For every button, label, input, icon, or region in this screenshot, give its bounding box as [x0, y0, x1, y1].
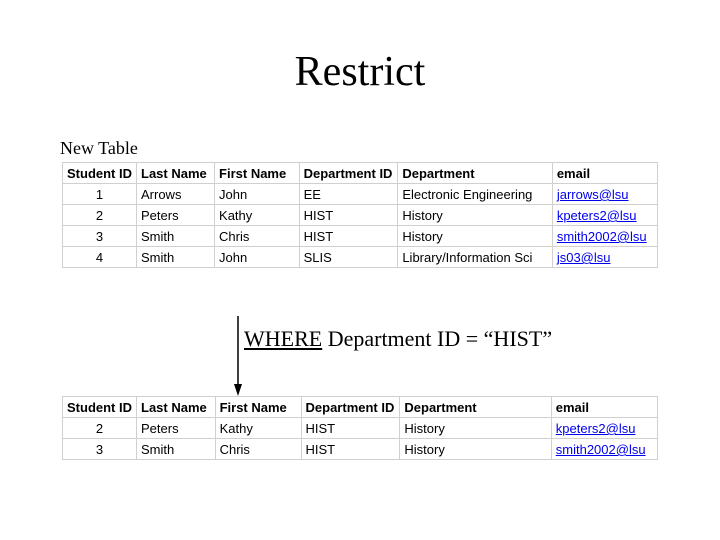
cell-first: John — [215, 247, 300, 268]
cell-dep: Library/Information Sci — [398, 247, 553, 268]
cell-id: 2 — [63, 418, 137, 439]
cell-first: Kathy — [215, 418, 301, 439]
cell-did: EE — [299, 184, 398, 205]
cell-did: HIST — [299, 205, 398, 226]
cell-first: Kathy — [215, 205, 300, 226]
result-table-grid: Student ID Last Name First Name Departme… — [62, 396, 658, 460]
email-link[interactable]: jarrows@lsu — [557, 187, 629, 202]
table-header-row: Student ID Last Name First Name Departme… — [63, 163, 658, 184]
email-link[interactable]: smith2002@lsu — [556, 442, 646, 457]
cell-did: HIST — [299, 226, 398, 247]
cell-dep: History — [400, 439, 551, 460]
col-dept-id: Department ID — [299, 163, 398, 184]
table-row: 1 Arrows John EE Electronic Engineering … — [63, 184, 658, 205]
cell-id: 3 — [63, 439, 137, 460]
cell-email: js03@lsu — [552, 247, 657, 268]
cell-last: Smith — [137, 439, 216, 460]
cell-id: 1 — [63, 184, 137, 205]
cell-id: 4 — [63, 247, 137, 268]
cell-first: John — [215, 184, 300, 205]
cell-email: smith2002@lsu — [552, 226, 657, 247]
cell-email: jarrows@lsu — [552, 184, 657, 205]
cell-dep: Electronic Engineering — [398, 184, 553, 205]
cell-last: Peters — [137, 418, 216, 439]
email-link[interactable]: kpeters2@lsu — [557, 208, 637, 223]
cell-email: kpeters2@lsu — [552, 205, 657, 226]
subtitle-new-table: New Table — [60, 138, 138, 159]
where-keyword: WHERE — [244, 326, 322, 351]
table-row: 2 Peters Kathy HIST History kpeters2@lsu — [63, 418, 658, 439]
cell-last: Smith — [137, 247, 215, 268]
cell-dep: History — [398, 226, 553, 247]
table-row: 3 Smith Chris HIST History smith2002@lsu — [63, 439, 658, 460]
col-student-id: Student ID — [63, 163, 137, 184]
col-dept-id: Department ID — [301, 397, 400, 418]
cell-last: Smith — [137, 226, 215, 247]
cell-email: smith2002@lsu — [551, 439, 657, 460]
col-student-id: Student ID — [63, 397, 137, 418]
slide: Restrict New Table Student ID Last Name … — [0, 0, 720, 540]
col-first-name: First Name — [215, 397, 301, 418]
source-table: Student ID Last Name First Name Departme… — [62, 162, 658, 268]
cell-last: Arrows — [137, 184, 215, 205]
cell-did: HIST — [301, 418, 400, 439]
table-header-row: Student ID Last Name First Name Departme… — [63, 397, 658, 418]
where-condition: Department ID = “HIST” — [322, 326, 552, 351]
cell-first: Chris — [215, 439, 301, 460]
cell-email: kpeters2@lsu — [551, 418, 657, 439]
table-row: 4 Smith John SLIS Library/Information Sc… — [63, 247, 658, 268]
where-clause: WHERE Department ID = “HIST” — [244, 326, 552, 352]
col-email: email — [552, 163, 657, 184]
cell-did: SLIS — [299, 247, 398, 268]
page-title: Restrict — [0, 48, 720, 96]
col-email: email — [551, 397, 657, 418]
email-link[interactable]: kpeters2@lsu — [556, 421, 636, 436]
cell-did: HIST — [301, 439, 400, 460]
source-table-grid: Student ID Last Name First Name Departme… — [62, 162, 658, 268]
col-department: Department — [400, 397, 551, 418]
col-department: Department — [398, 163, 553, 184]
col-first-name: First Name — [215, 163, 300, 184]
cell-id: 3 — [63, 226, 137, 247]
cell-id: 2 — [63, 205, 137, 226]
email-link[interactable]: smith2002@lsu — [557, 229, 647, 244]
email-link[interactable]: js03@lsu — [557, 250, 611, 265]
table-row: 2 Peters Kathy HIST History kpeters2@lsu — [63, 205, 658, 226]
col-last-name: Last Name — [137, 397, 216, 418]
cell-first: Chris — [215, 226, 300, 247]
col-last-name: Last Name — [137, 163, 215, 184]
table-row: 3 Smith Chris HIST History smith2002@lsu — [63, 226, 658, 247]
cell-dep: History — [398, 205, 553, 226]
cell-dep: History — [400, 418, 551, 439]
cell-last: Peters — [137, 205, 215, 226]
result-table: Student ID Last Name First Name Departme… — [62, 396, 658, 460]
